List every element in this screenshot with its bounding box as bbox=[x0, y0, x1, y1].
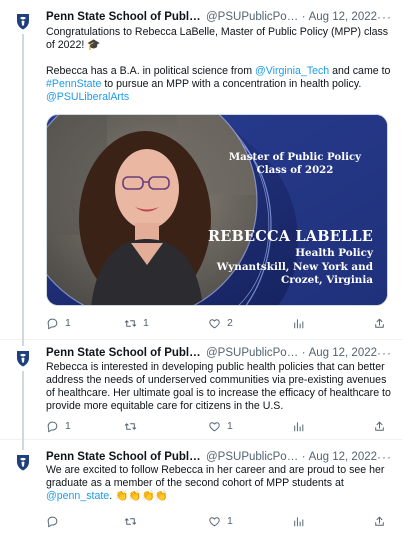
text-segment: . 👏👏👏👏 bbox=[109, 490, 168, 502]
tweet-line: Rebecca has a B.A. in political science … bbox=[46, 65, 391, 91]
retweet-icon bbox=[124, 319, 137, 327]
reply-count: 1 bbox=[65, 420, 71, 432]
media-caption-town: Wynantskill, New York and bbox=[216, 260, 373, 273]
tweet-text: Congratulations to Rebecca LaBelle, Mast… bbox=[46, 26, 391, 104]
tweet-media-image[interactable]: Master of Public Policy Class of 2022 RE… bbox=[46, 114, 388, 306]
media-caption-title: Master of Public Policy Class of 2022 bbox=[228, 151, 362, 176]
author-name[interactable]: Penn State School of Public Poli... bbox=[46, 347, 202, 359]
hashtag-pennstate[interactable]: #PennState bbox=[46, 78, 101, 90]
author-handle[interactable]: @PSUPublicPoli... bbox=[206, 451, 299, 463]
thread-line bbox=[22, 34, 24, 340]
reply-icon bbox=[47, 516, 58, 527]
views-button[interactable] bbox=[292, 317, 362, 330]
tweet-date[interactable]: Aug 12, 2022 bbox=[309, 11, 377, 23]
tweet-text: Rebecca is interested in developing publ… bbox=[46, 361, 391, 413]
media-caption-health-policy: Health Policy bbox=[295, 247, 373, 259]
tweet-actions: 1 1 2 bbox=[46, 315, 386, 331]
share-button[interactable] bbox=[373, 317, 386, 330]
mention-virginia-tech[interactable]: @Virginia_Tech bbox=[255, 65, 329, 77]
tweet-line: Congratulations to Rebecca LaBelle, Mast… bbox=[46, 26, 389, 51]
like-count: 1 bbox=[227, 515, 233, 527]
like-button[interactable]: 2 bbox=[208, 317, 292, 330]
more-options-button[interactable]: ··· bbox=[377, 450, 392, 464]
tweet-line: @PSULiberalArts bbox=[46, 91, 391, 104]
text-segment: Rebecca has a B.A. in political science … bbox=[46, 65, 256, 77]
mention-psu-liberal-arts[interactable]: @PSULiberalArts bbox=[46, 91, 129, 103]
tweet-header: Penn State School of Public Poli... @PSU… bbox=[46, 345, 392, 361]
reply-icon bbox=[47, 421, 58, 432]
views-bar-chart-icon bbox=[294, 318, 304, 328]
avatar[interactable] bbox=[12, 10, 34, 32]
tweet-line: We are excited to follow Rebecca in her … bbox=[46, 464, 391, 503]
like-button[interactable]: 1 bbox=[208, 420, 292, 433]
views-bar-chart-icon bbox=[294, 421, 304, 431]
author-handle[interactable]: @PSUPublicPoli... bbox=[206, 347, 299, 359]
heart-icon bbox=[209, 421, 220, 431]
author-name[interactable]: Penn State School of Public Poli... bbox=[46, 11, 202, 23]
reply-button[interactable] bbox=[46, 515, 124, 528]
reply-icon bbox=[47, 318, 58, 329]
text-segment: and came to bbox=[329, 65, 391, 77]
text-segment: to pursue an MPP with a concentration in… bbox=[101, 78, 362, 90]
share-button[interactable] bbox=[373, 515, 386, 528]
penn-state-shield-icon bbox=[12, 347, 34, 369]
reply-button[interactable]: 1 bbox=[46, 317, 124, 330]
tweet-actions: 1 bbox=[46, 513, 386, 529]
author-name[interactable]: Penn State School of Public Poli... bbox=[46, 451, 202, 463]
separator-dot: · bbox=[301, 11, 306, 23]
tweet-1[interactable]: Penn State School of Public Poli... @PSU… bbox=[0, 0, 402, 340]
tweet-3[interactable]: Penn State School of Public Poli... @PSU… bbox=[0, 440, 402, 534]
separator-dot: · bbox=[301, 347, 306, 359]
thread-line bbox=[22, 371, 24, 440]
separator-dot: · bbox=[301, 451, 306, 463]
tweet-date[interactable]: Aug 12, 2022 bbox=[309, 347, 377, 359]
share-icon bbox=[375, 516, 384, 526]
tweet-text: We are excited to follow Rebecca in her … bbox=[46, 464, 391, 503]
retweet-count: 1 bbox=[143, 317, 149, 329]
views-button[interactable] bbox=[292, 420, 362, 433]
like-button[interactable]: 1 bbox=[208, 515, 292, 528]
reply-count: 1 bbox=[65, 317, 71, 329]
reply-button[interactable]: 1 bbox=[46, 420, 124, 433]
penn-state-shield-icon bbox=[12, 10, 34, 32]
share-icon bbox=[375, 421, 384, 431]
views-button[interactable] bbox=[292, 515, 362, 528]
tweet-date[interactable]: Aug 12, 2022 bbox=[309, 451, 377, 463]
more-options-button[interactable]: ··· bbox=[377, 10, 392, 24]
more-options-button[interactable]: ··· bbox=[377, 346, 392, 360]
thread-line bbox=[22, 340, 24, 346]
tweet-2[interactable]: Penn State School of Public Poli... @PSU… bbox=[0, 340, 402, 440]
avatar[interactable] bbox=[12, 451, 34, 473]
like-count: 1 bbox=[227, 420, 233, 432]
media-caption-details: Health Policy Wynantskill, New York and … bbox=[213, 247, 373, 288]
heart-icon bbox=[209, 318, 220, 328]
text-segment: We are excited to follow Rebecca in her … bbox=[46, 464, 385, 489]
like-count: 2 bbox=[227, 317, 233, 329]
media-caption-name: REBECCA LABELLE bbox=[208, 228, 373, 245]
share-button[interactable] bbox=[373, 420, 386, 433]
retweet-button[interactable]: 1 bbox=[124, 317, 208, 330]
tweet-header: Penn State School of Public Poli... @PSU… bbox=[46, 449, 392, 465]
heart-icon bbox=[209, 516, 220, 526]
penn-state-shield-icon bbox=[12, 451, 34, 473]
avatar[interactable] bbox=[12, 347, 34, 369]
retweet-button[interactable] bbox=[124, 420, 208, 433]
retweet-icon bbox=[124, 517, 137, 525]
author-handle[interactable]: @PSUPublicPoli... bbox=[206, 11, 299, 23]
tweet-actions: 1 1 bbox=[46, 418, 386, 434]
media-caption-city: Crozet, Virginia bbox=[281, 274, 373, 286]
thread-line bbox=[22, 440, 24, 450]
share-icon bbox=[375, 318, 384, 328]
retweet-icon bbox=[124, 422, 137, 430]
mention-penn-state[interactable]: @penn_state bbox=[46, 490, 109, 502]
views-bar-chart-icon bbox=[294, 516, 304, 526]
tweet-line: Rebecca is interested in developing publ… bbox=[46, 361, 391, 412]
retweet-button[interactable] bbox=[124, 515, 208, 528]
tweet-header: Penn State School of Public Poli... @PSU… bbox=[46, 9, 392, 25]
